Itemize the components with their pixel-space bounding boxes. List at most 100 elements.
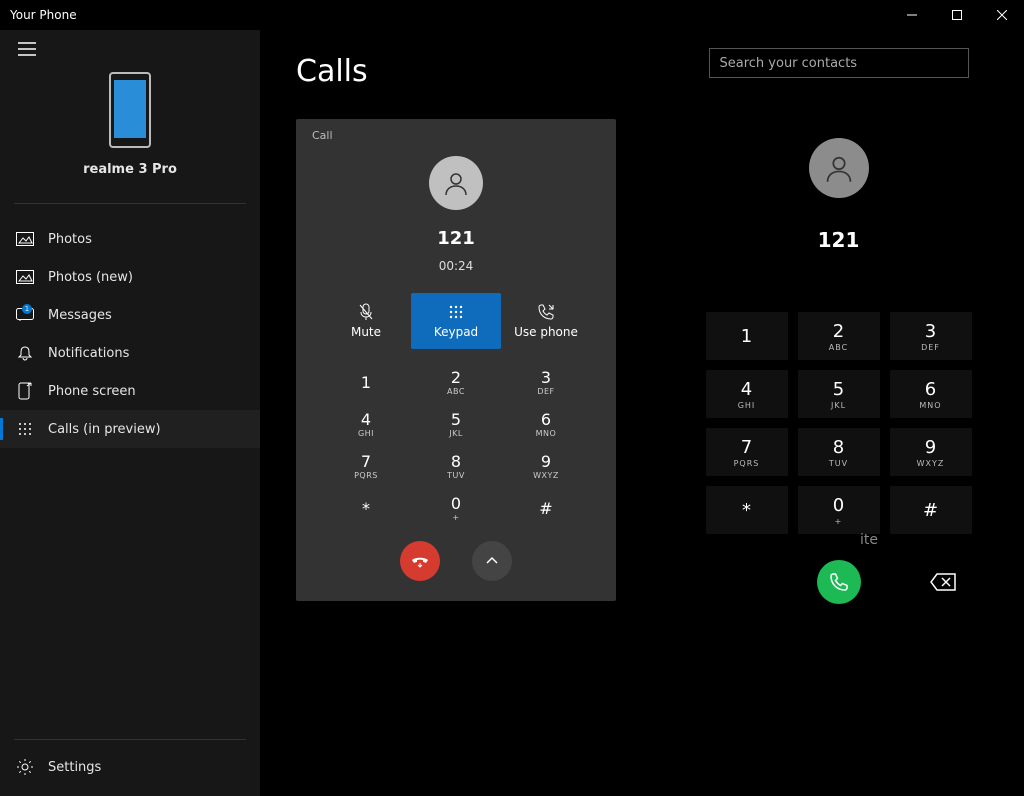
sidebar-item-calls[interactable]: Calls (in preview)	[0, 410, 260, 448]
key-letters: ABC	[447, 387, 465, 396]
keypad-key-1[interactable]: 1	[321, 361, 411, 403]
key-letters: MNO	[919, 401, 941, 410]
key-letters: WXYZ	[533, 471, 559, 480]
key-digit: 3	[541, 368, 551, 387]
keypad-button[interactable]: Keypad	[411, 293, 501, 349]
in-call-keypad: 12ABC3DEF4GHI5JKL6MNO7PQRS8TUV9WXYZ*0+#	[312, 361, 600, 529]
key-digit: 2	[833, 321, 844, 342]
key-digit: 7	[361, 452, 371, 471]
dial-key-7[interactable]: 7PQRS	[706, 428, 788, 476]
dial-key-#[interactable]: #	[890, 486, 972, 534]
key-digit: *	[362, 499, 370, 518]
keypad-key-2[interactable]: 2ABC	[411, 361, 501, 403]
key-digit: *	[742, 500, 751, 521]
key-digit: 3	[925, 321, 936, 342]
dial-key-*[interactable]: *	[706, 486, 788, 534]
dialer-panel: 121 12ABC3DEF4GHI5JKL6MNO7PQRS8TUV9WXYZ*…	[669, 30, 1024, 796]
sidebar-item-messages[interactable]: 1 Messages	[0, 296, 260, 334]
key-letters: ABC	[829, 343, 848, 352]
photos-icon	[16, 230, 34, 248]
collapse-button[interactable]	[472, 541, 512, 581]
key-digit: 1	[741, 326, 752, 347]
hangup-button[interactable]	[400, 541, 440, 581]
dial-key-0[interactable]: 0+	[798, 486, 880, 534]
keypad-key-*[interactable]: *	[321, 487, 411, 529]
keypad-key-7[interactable]: 7PQRS	[321, 445, 411, 487]
keypad-key-4[interactable]: 4GHI	[321, 403, 411, 445]
sidebar-item-photos-new[interactable]: Photos (new)	[0, 258, 260, 296]
dial-key-6[interactable]: 6MNO	[890, 370, 972, 418]
dial-key-1[interactable]: 1	[706, 312, 788, 360]
mute-button[interactable]: Mute	[321, 293, 411, 349]
use-phone-label: Use phone	[514, 325, 578, 339]
page-title: Calls	[296, 54, 661, 89]
sidebar: realme 3 Pro Photos Photos (new) 1	[0, 30, 260, 796]
sidebar-item-phone-screen[interactable]: Phone screen	[0, 372, 260, 410]
keypad-key-9[interactable]: 9WXYZ	[501, 445, 591, 487]
mute-label: Mute	[351, 325, 381, 339]
key-digit: 9	[925, 437, 936, 458]
photos-new-icon	[16, 268, 34, 286]
dial-key-4[interactable]: 4GHI	[706, 370, 788, 418]
key-digit: 6	[925, 379, 936, 400]
sidebar-item-label: Notifications	[48, 346, 129, 361]
settings-button[interactable]: Settings	[0, 746, 260, 796]
dial-key-3[interactable]: 3DEF	[890, 312, 972, 360]
key-digit: 4	[741, 379, 752, 400]
contact-avatar	[429, 156, 483, 210]
window-title: Your Phone	[10, 8, 77, 22]
bell-icon	[16, 344, 34, 362]
minimize-button[interactable]	[889, 0, 934, 30]
key-letters: +	[452, 513, 459, 522]
key-digit: #	[923, 500, 938, 521]
divider	[14, 739, 246, 740]
key-digit: 5	[451, 410, 461, 429]
key-letters: GHI	[358, 429, 374, 438]
dialpad-icon	[16, 420, 34, 438]
dialer-keypad: 12ABC3DEF4GHI5JKL6MNO7PQRS8TUV9WXYZ*0+#	[706, 312, 972, 534]
key-letters: DEF	[537, 387, 554, 396]
call-number: 121	[312, 228, 600, 249]
dialpad-tip-fragment: ite	[860, 532, 878, 548]
key-digit: 1	[361, 373, 371, 392]
backspace-button[interactable]	[930, 573, 956, 591]
hamburger-button[interactable]	[0, 30, 260, 68]
key-digit: 0	[451, 494, 461, 513]
sidebar-item-photos[interactable]: Photos	[0, 220, 260, 258]
use-phone-icon	[537, 303, 555, 321]
keypad-key-8[interactable]: 8TUV	[411, 445, 501, 487]
key-letters: MNO	[536, 429, 557, 438]
key-digit: 9	[541, 452, 551, 471]
key-digit: 5	[833, 379, 844, 400]
key-letters: +	[835, 517, 843, 526]
nav-list: Photos Photos (new) 1 Messages Notifica	[0, 220, 260, 448]
keypad-key-5[interactable]: 5JKL	[411, 403, 501, 445]
device-illustration: realme 3 Pro	[0, 68, 260, 187]
dial-avatar	[809, 138, 869, 198]
keypad-key-6[interactable]: 6MNO	[501, 403, 591, 445]
key-digit: 2	[451, 368, 461, 387]
keypad-key-0[interactable]: 0+	[411, 487, 501, 529]
device-name: realme 3 Pro	[83, 162, 177, 177]
maximize-button[interactable]	[934, 0, 979, 30]
settings-label: Settings	[48, 760, 101, 775]
close-button[interactable]	[979, 0, 1024, 30]
keypad-key-3[interactable]: 3DEF	[501, 361, 591, 403]
dial-key-8[interactable]: 8TUV	[798, 428, 880, 476]
sidebar-item-notifications[interactable]: Notifications	[0, 334, 260, 372]
use-phone-button[interactable]: Use phone	[501, 293, 591, 349]
dial-key-9[interactable]: 9WXYZ	[890, 428, 972, 476]
dial-key-2[interactable]: 2ABC	[798, 312, 880, 360]
key-digit: #	[539, 499, 552, 518]
keypad-icon	[449, 303, 463, 321]
keypad-key-#[interactable]: #	[501, 487, 591, 529]
sidebar-item-label: Calls (in preview)	[48, 422, 161, 437]
search-contacts-input[interactable]	[709, 48, 969, 78]
dialed-number: 121	[818, 228, 860, 252]
key-letters: DEF	[921, 343, 940, 352]
key-letters: PQRS	[734, 459, 760, 468]
sidebar-item-label: Photos (new)	[48, 270, 133, 285]
unread-badge: 1	[22, 304, 32, 314]
dial-key-5[interactable]: 5JKL	[798, 370, 880, 418]
call-button[interactable]	[817, 560, 861, 604]
